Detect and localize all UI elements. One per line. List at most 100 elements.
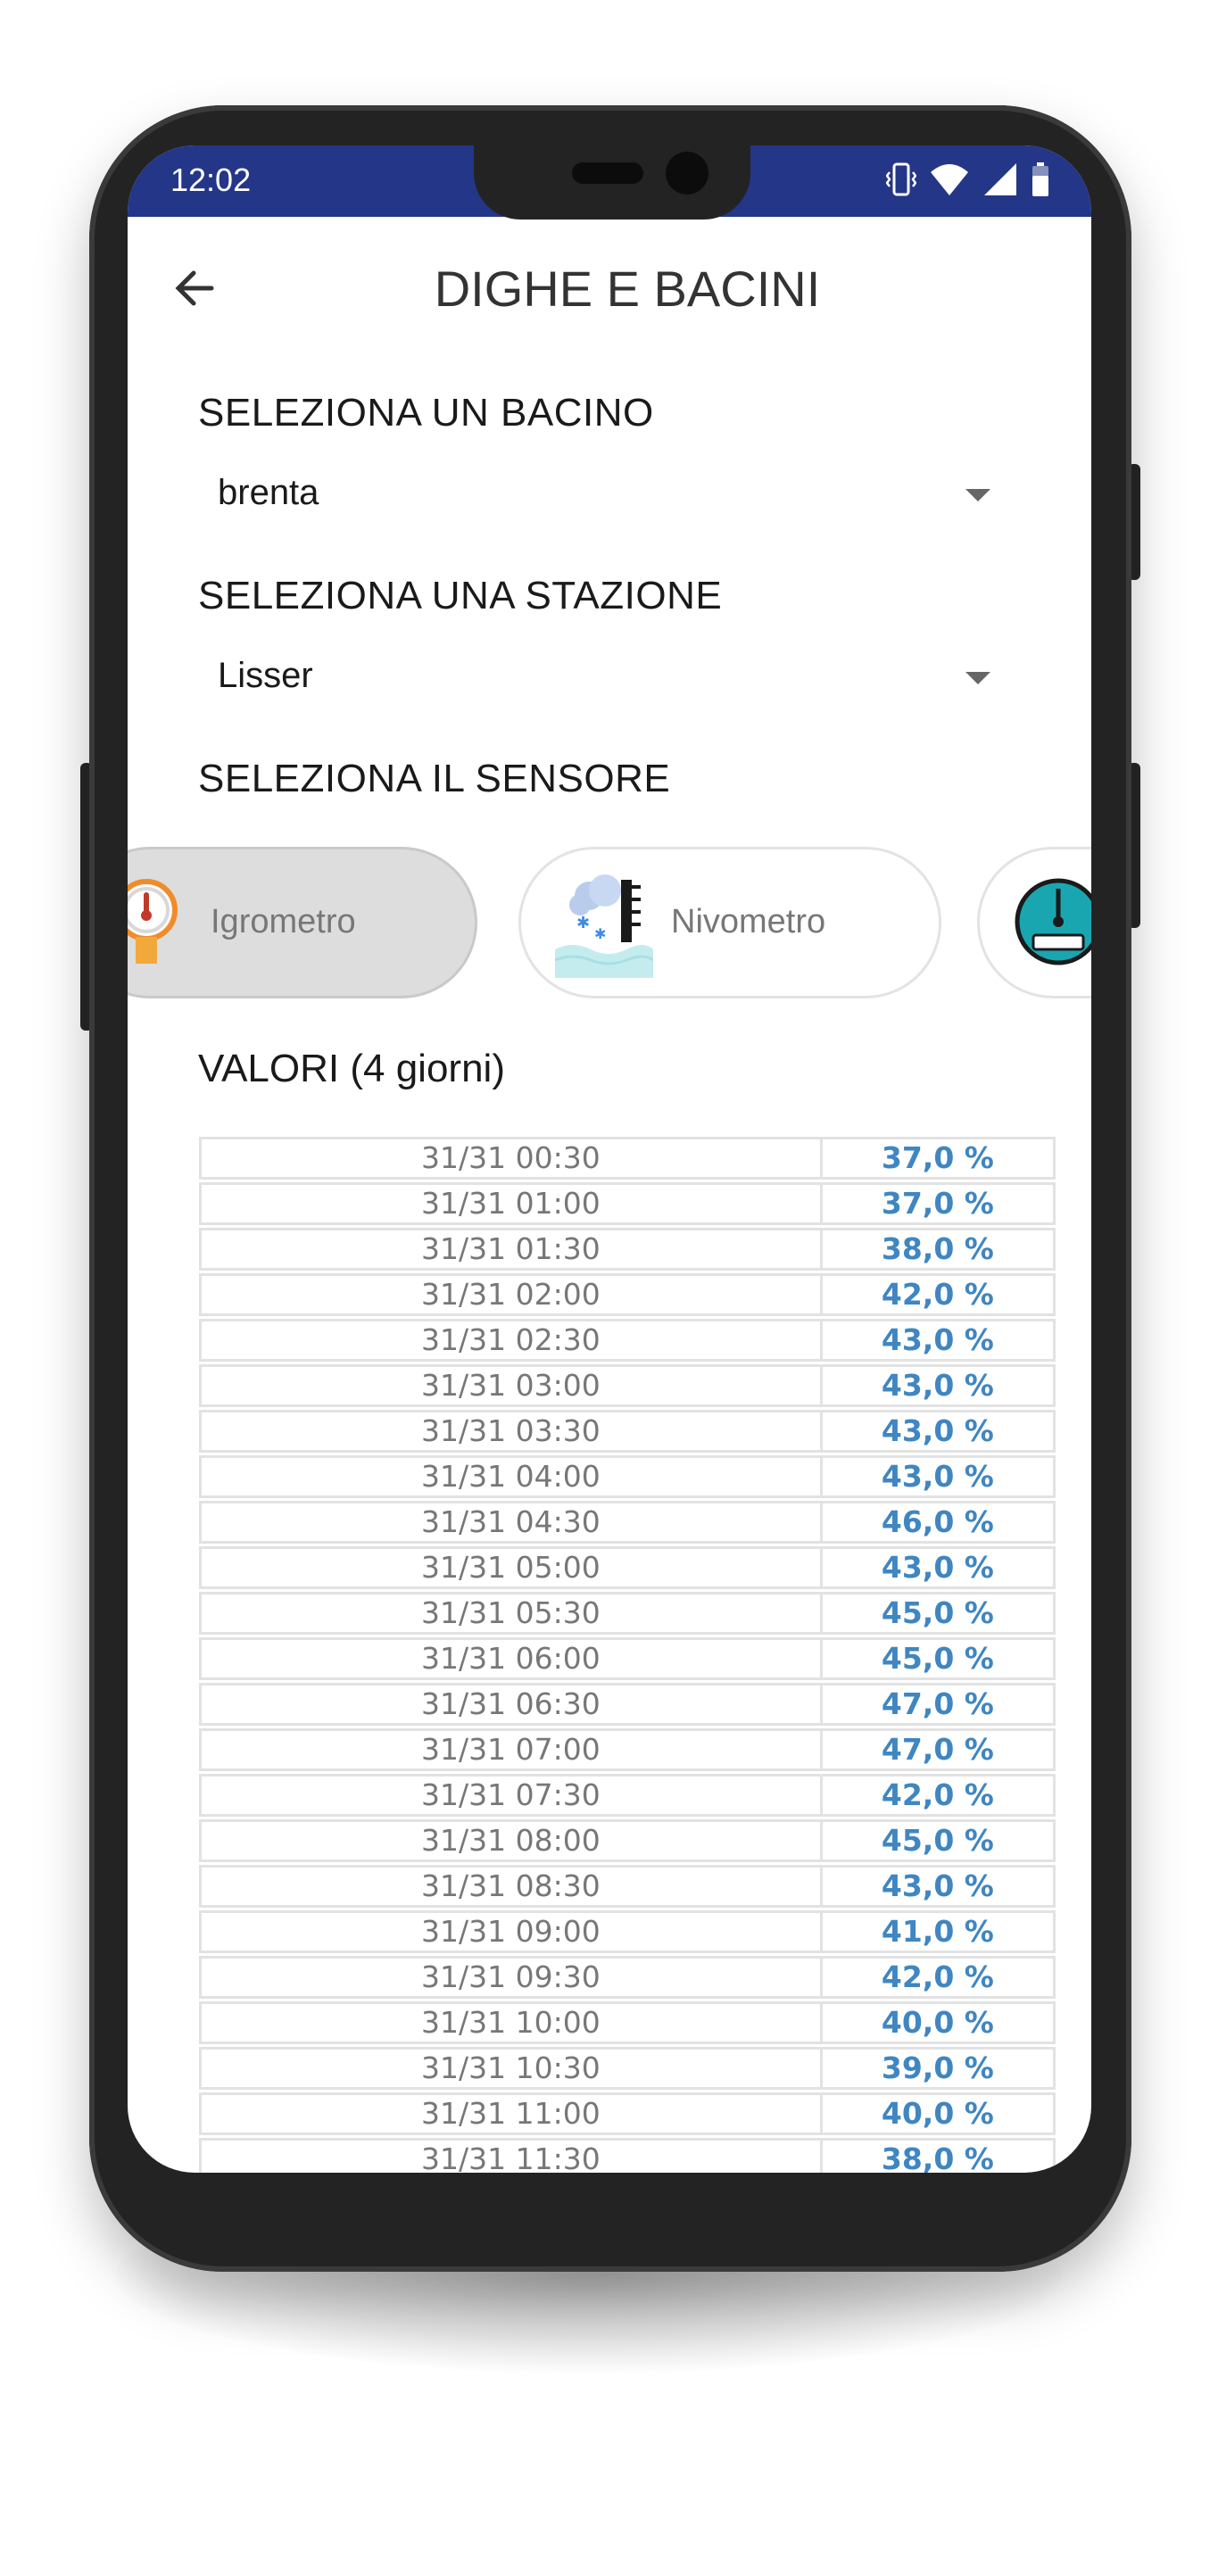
row-value: 45,0 % bbox=[822, 1819, 1056, 1862]
row-time: 31/31 05:00 bbox=[199, 1546, 823, 1589]
table-row: 31/31 03:30 43,0 % bbox=[199, 1410, 1056, 1453]
table-row: 31/31 09:00 41,0 % bbox=[199, 1910, 1056, 1953]
table-row: 31/31 02:00 42,0 % bbox=[199, 1273, 1056, 1316]
row-time: 31/31 02:00 bbox=[199, 1273, 823, 1316]
row-time: 31/31 11:00 bbox=[199, 2092, 823, 2135]
station-dropdown[interactable]: Lisser bbox=[198, 638, 1001, 718]
table-row: 31/31 05:00 43,0 % bbox=[199, 1546, 1056, 1589]
status-time: 12:02 bbox=[170, 162, 252, 198]
chip-label: Nivometro bbox=[671, 903, 826, 940]
dropdown-caret-icon bbox=[965, 489, 990, 501]
row-time: 31/31 04:00 bbox=[199, 1455, 823, 1498]
row-value: 43,0 % bbox=[822, 1865, 1056, 1908]
app-screen: 12:02 DIGHE E BACINI SELEZIONA UN BACINO… bbox=[128, 145, 1091, 2173]
table-row: 31/31 02:30 43,0 % bbox=[199, 1319, 1056, 1362]
row-value: 45,0 % bbox=[822, 1637, 1056, 1680]
table-row: 31/31 04:30 46,0 % bbox=[199, 1501, 1056, 1544]
row-time: 31/31 07:00 bbox=[199, 1728, 823, 1771]
battery-icon bbox=[1031, 162, 1050, 202]
values-table: 31/31 00:30 37,0 % 31/31 01:00 37,0 % 31/31 … bbox=[199, 1134, 1056, 2173]
sensor-label: SELEZIONA IL SENSORE bbox=[198, 757, 671, 800]
basin-dropdown[interactable]: brenta bbox=[198, 455, 1001, 535]
table-row: 31/31 08:00 45,0 % bbox=[199, 1819, 1056, 1862]
row-value: 38,0 % bbox=[822, 1228, 1056, 1271]
svg-text:✱: ✱ bbox=[576, 914, 590, 932]
row-time: 31/31 03:30 bbox=[199, 1410, 823, 1453]
table-row: 31/31 10:30 39,0 % bbox=[199, 2047, 1056, 2090]
table-row: 31/31 06:30 47,0 % bbox=[199, 1683, 1056, 1726]
table-row: 31/31 05:30 45,0 % bbox=[199, 1592, 1056, 1635]
table-row: 31/31 03:00 43,0 % bbox=[199, 1364, 1056, 1407]
row-value: 42,0 % bbox=[822, 1774, 1056, 1817]
speaker bbox=[572, 162, 643, 184]
row-value: 47,0 % bbox=[822, 1728, 1056, 1771]
table-row: 31/31 10:00 40,0 % bbox=[199, 2001, 1056, 2044]
app-bar: DIGHE E BACINI bbox=[128, 217, 1091, 360]
row-value: 40,0 % bbox=[822, 2001, 1056, 2044]
sensor-chip-nivometro[interactable]: ✱ ✱ Nivometro bbox=[518, 847, 941, 998]
row-time: 31/31 06:30 bbox=[199, 1683, 823, 1726]
basin-selected-value: brenta bbox=[218, 473, 319, 512]
basin-label: SELEZIONA UN BACINO bbox=[198, 391, 654, 435]
row-time: 31/31 02:30 bbox=[199, 1319, 823, 1362]
row-value: 42,0 % bbox=[822, 1956, 1056, 1999]
table-row: 31/31 09:30 42,0 % bbox=[199, 1956, 1056, 1999]
gauge-icon bbox=[1014, 873, 1091, 975]
row-value: 41,0 % bbox=[822, 1910, 1056, 1953]
table-row: 31/31 06:00 45,0 % bbox=[199, 1637, 1056, 1680]
station-label: SELEZIONA UNA STAZIONE bbox=[198, 574, 723, 617]
row-value: 42,0 % bbox=[822, 1273, 1056, 1316]
row-time: 31/31 09:30 bbox=[199, 1956, 823, 1999]
row-value: 40,0 % bbox=[822, 2092, 1056, 2135]
status-icons bbox=[885, 160, 1050, 203]
row-value: 43,0 % bbox=[822, 1455, 1056, 1498]
row-value: 37,0 % bbox=[822, 1137, 1056, 1180]
camera-notch bbox=[474, 145, 750, 219]
row-time: 31/31 05:30 bbox=[199, 1592, 823, 1635]
row-time: 31/31 03:00 bbox=[199, 1364, 823, 1407]
row-time: 31/31 10:00 bbox=[199, 2001, 823, 2044]
row-time: 31/31 00:30 bbox=[199, 1137, 823, 1180]
row-value: 46,0 % bbox=[822, 1501, 1056, 1544]
row-time: 31/31 04:30 bbox=[199, 1501, 823, 1544]
row-time: 31/31 01:00 bbox=[199, 1182, 823, 1225]
front-camera bbox=[666, 152, 708, 195]
row-value: 43,0 % bbox=[822, 1319, 1056, 1362]
row-value: 43,0 % bbox=[822, 1364, 1056, 1407]
vibrate-icon bbox=[885, 162, 917, 202]
signal-icon bbox=[982, 162, 1018, 202]
row-value: 38,0 % bbox=[822, 2138, 1056, 2173]
wifi-icon bbox=[929, 162, 970, 202]
sensor-chip-gauge[interactable] bbox=[977, 847, 1091, 998]
row-value: 37,0 % bbox=[822, 1182, 1056, 1225]
station-selected-value: Lisser bbox=[218, 656, 313, 695]
row-time: 31/31 08:30 bbox=[199, 1865, 823, 1908]
row-time: 31/31 10:30 bbox=[199, 2047, 823, 2090]
row-value: 45,0 % bbox=[822, 1592, 1056, 1635]
snow-gauge-icon: ✱ ✱ bbox=[554, 871, 654, 982]
values-table-body: 31/31 00:30 37,0 % 31/31 01:00 37,0 % 31/31 … bbox=[199, 1137, 1056, 2173]
row-time: 31/31 08:00 bbox=[199, 1819, 823, 1862]
table-row: 31/31 11:00 40,0 % bbox=[199, 2092, 1056, 2135]
chip-label: Igrometro bbox=[211, 903, 356, 940]
values-title: VALORI (4 giorni) bbox=[198, 1047, 505, 1090]
row-time: 31/31 11:30 bbox=[199, 2138, 823, 2173]
table-row: 31/31 07:00 47,0 % bbox=[199, 1728, 1056, 1771]
row-time: 31/31 06:00 bbox=[199, 1637, 823, 1680]
dropdown-caret-icon bbox=[965, 672, 990, 684]
table-row: 31/31 04:00 43,0 % bbox=[199, 1455, 1056, 1498]
svg-text:✱: ✱ bbox=[594, 925, 606, 942]
hygrometer-icon bbox=[128, 874, 182, 977]
row-value: 39,0 % bbox=[822, 2047, 1056, 2090]
row-value: 47,0 % bbox=[822, 1683, 1056, 1726]
table-row: 31/31 11:30 38,0 % bbox=[199, 2138, 1056, 2173]
table-row: 31/31 07:30 42,0 % bbox=[199, 1774, 1056, 1817]
row-time: 31/31 09:00 bbox=[199, 1910, 823, 1953]
row-time: 31/31 01:30 bbox=[199, 1228, 823, 1271]
row-time: 31/31 07:30 bbox=[199, 1774, 823, 1817]
row-value: 43,0 % bbox=[822, 1546, 1056, 1589]
page-title: DIGHE E BACINI bbox=[434, 261, 821, 317]
sensor-chip-igrometro[interactable]: Igrometro bbox=[128, 847, 477, 998]
row-value: 43,0 % bbox=[822, 1410, 1056, 1453]
table-row: 31/31 01:00 37,0 % bbox=[199, 1182, 1056, 1225]
